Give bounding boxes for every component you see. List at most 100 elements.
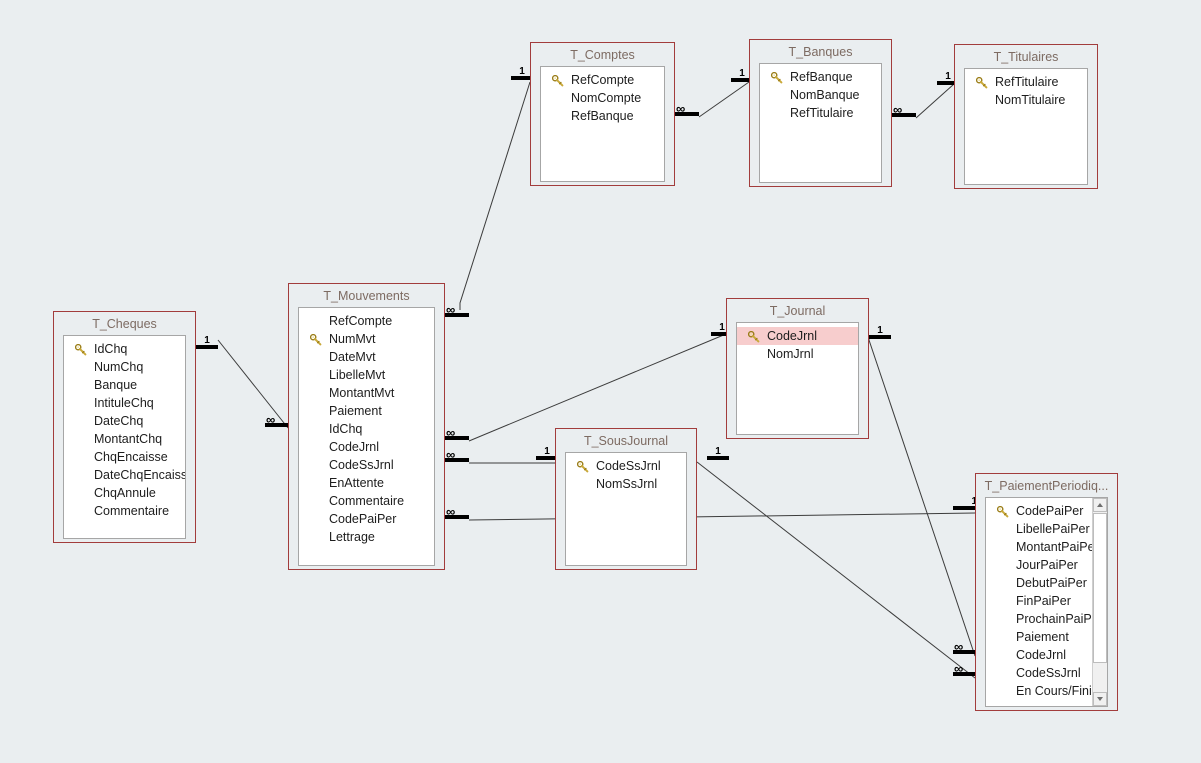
cardinality-one-marker: 1 [869,325,891,339]
field-row[interactable]: DebutPaiPer [986,574,1091,592]
scroll-down-arrow-icon[interactable] [1093,692,1107,706]
field-row[interactable]: NomTitulaire [965,91,1087,109]
field-row[interactable]: RefBanque [760,68,881,86]
field-row[interactable]: RefCompte [541,71,664,89]
field-row[interactable]: Paiement [986,628,1091,646]
field-row[interactable]: ChqAnnule [64,484,185,502]
field-row[interactable]: IntituleChq [64,394,185,412]
field-row[interactable]: CodeSsJrnl [986,664,1091,682]
table-title[interactable]: T_Mouvements [289,284,444,307]
field-list-box: RefCompte NomCompte RefBanque [540,66,665,182]
field-name: IntituleChq [94,396,154,410]
field-row[interactable]: RefBanque [541,107,664,125]
field-row[interactable]: DateChqEncaisse [64,466,185,484]
relationship-line[interactable] [915,83,955,119]
table-window-t-titulaires[interactable]: T_Titulaires RefTitulaire NomTitulaire [954,44,1098,189]
field-row[interactable]: Commentaire [299,492,434,510]
field-row[interactable]: CodePaiPer [299,510,434,528]
field-row[interactable]: CodePaiPer [986,502,1091,520]
field-row[interactable]: NomSsJrnl [566,475,686,493]
field-list: RefBanque NomBanque RefTitulaire [760,64,881,122]
cardinality-many-marker: ∞ [445,505,469,519]
field-row[interactable]: Commentaire [64,502,185,520]
field-row[interactable]: DateMvt [299,348,434,366]
cardinality-many-marker: ∞ [445,303,469,317]
field-name: NomTitulaire [995,93,1066,107]
field-row[interactable]: EnAttente [299,474,434,492]
field-row[interactable]: FinPaiPer [986,592,1091,610]
field-row[interactable]: NumChq [64,358,185,376]
relationship-line[interactable] [468,512,976,521]
field-row[interactable]: NomCompte [541,89,664,107]
field-row[interactable]: NumMvt [299,330,434,348]
field-row[interactable]: IdChq [64,340,185,358]
field-name: RefCompte [571,73,635,87]
field-row[interactable]: CodeSsJrnl [299,456,434,474]
field-row[interactable]: NomJrnl [737,345,858,363]
field-row[interactable]: RefTitulaire [965,73,1087,91]
field-row[interactable]: NomBanque [760,86,881,104]
relationship-line[interactable] [698,81,750,118]
primary-key-icon [576,460,589,473]
field-row[interactable]: Paiement [299,402,434,420]
field-list-box: RefCompte NumMvt DateMvt LibelleMvt MontantM… [298,307,435,566]
field-row[interactable]: LibellePaiPer [986,520,1091,538]
table-window-t-comptes[interactable]: T_Comptes RefCompte NomCompte RefBanque [530,42,675,186]
table-window-t-mouvements[interactable]: T_Mouvements RefCompte NumMvt DateMvt Libell… [288,283,445,570]
relationship-line[interactable] [468,333,727,442]
field-row[interactable]: Banque [64,376,185,394]
cardinality-label: ∞ [954,639,964,654]
table-title[interactable]: T_Cheques [54,312,195,335]
field-row[interactable]: RefTitulaire [760,104,881,122]
field-name: DateChq [94,414,144,428]
table-title[interactable]: T_Comptes [531,43,674,66]
field-row[interactable]: JourPaiPer [986,556,1091,574]
scrollbar-thumb[interactable] [1093,513,1107,663]
field-name: RefBanque [790,70,853,84]
scroll-up-arrow-icon[interactable] [1093,498,1107,512]
table-title[interactable]: T_Banques [750,40,891,63]
field-row[interactable]: DateChq [64,412,185,430]
table-title[interactable]: T_PaiementPeriodiq... [976,474,1117,497]
cardinality-label: ∞ [446,302,456,317]
field-name: Paiement [1016,630,1069,644]
field-row[interactable]: LibelleMvt [299,366,434,384]
primary-key-icon [74,343,87,356]
field-row[interactable]: CodeJrnl [737,327,858,345]
vertical-scrollbar[interactable] [1092,498,1107,706]
field-name: MontantPaiPer [1016,540,1099,554]
cardinality-many-marker: ∞ [953,640,977,654]
relationship-line[interactable] [696,461,976,679]
field-row[interactable]: ChqEncaisse [64,448,185,466]
table-title[interactable]: T_Journal [727,299,868,322]
field-row[interactable]: ProchainPaiPer [986,610,1103,628]
field-row[interactable]: MontantPaiPer [986,538,1099,556]
field-name: NomJrnl [767,347,814,361]
field-name: NomBanque [790,88,860,102]
field-row[interactable]: RefCompte [299,312,434,330]
table-window-t-cheques[interactable]: T_Cheques IdChq NumChq Banque IntituleChq Dat… [53,311,196,543]
table-window-t-sousjournal[interactable]: T_SousJournal CodeSsJrnl NomSsJrnl [555,428,697,570]
table-title[interactable]: T_Titulaires [955,45,1097,68]
field-row[interactable]: MontantChq [64,430,185,448]
field-name: CodeJrnl [767,329,818,343]
field-row[interactable]: MontantMvt [299,384,434,402]
field-row[interactable]: En Cours/Fini [986,682,1092,700]
relationship-line[interactable] [459,81,531,310]
field-list: IdChq NumChq Banque IntituleChq DateChq Monta… [64,336,185,520]
cardinality-one-marker: 1 [196,335,218,349]
table-window-t-journal[interactable]: T_Journal CodeJrnl NomJrnl [726,298,869,439]
field-row[interactable]: CodeJrnl [299,438,434,456]
cardinality-label: ∞ [266,412,276,427]
cardinality-label: ∞ [676,101,686,116]
table-title[interactable]: T_SousJournal [556,429,696,452]
table-window-t-paiementperiodique[interactable]: T_PaiementPeriodiq... CodePaiPer LibellePa… [975,473,1118,711]
table-window-t-banques[interactable]: T_Banques RefBanque NomBanque RefTitulaire [749,39,892,187]
field-name: Banque [94,378,138,392]
field-row[interactable]: Lettrage [299,528,434,546]
field-name: NomCompte [571,91,642,105]
field-name: CodePaiPer [329,512,397,526]
field-row[interactable]: IdChq [299,420,434,438]
field-row[interactable]: CodeSsJrnl [566,457,686,475]
field-row[interactable]: CodeJrnl [986,646,1091,664]
